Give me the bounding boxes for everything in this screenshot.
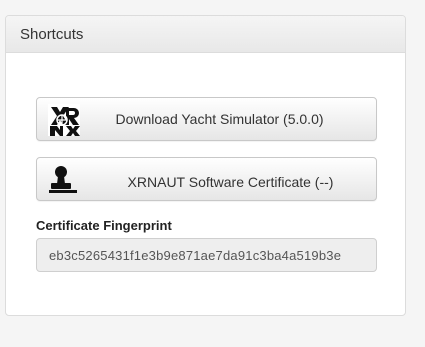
xrnaut-logo-icon [48,104,80,136]
download-yacht-simulator-button[interactable]: Download Yacht Simulator (5.0.0) [36,97,377,141]
stamp-icon [48,164,80,196]
software-certificate-button[interactable]: XRNAUT Software Certificate (--) [36,157,377,201]
fingerprint-field[interactable] [36,238,377,272]
shortcuts-panel: Shortcuts Download Yacht Simulator (5.0.… [5,15,406,316]
download-button-label: Download Yacht Simulator (5.0.0) [115,111,324,127]
panel-title: Shortcuts [6,16,405,53]
fingerprint-label: Certificate Fingerprint [36,218,172,233]
certificate-button-label: XRNAUT Software Certificate (--) [127,174,334,190]
